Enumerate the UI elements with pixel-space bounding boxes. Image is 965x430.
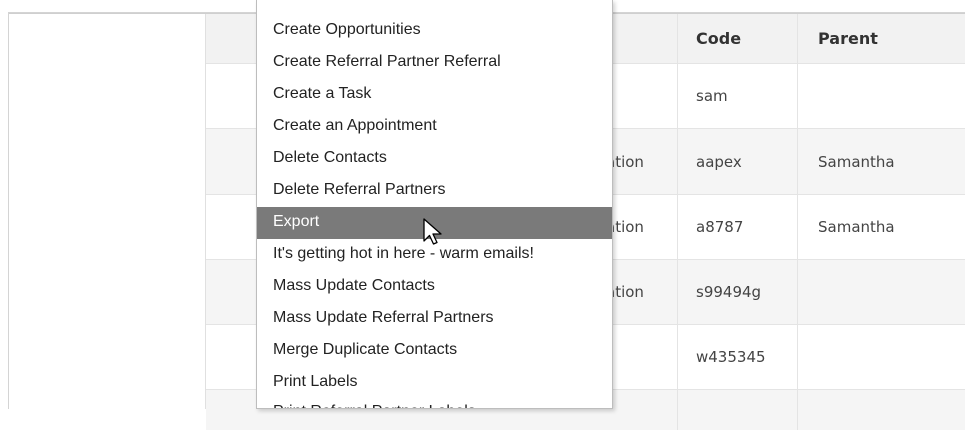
menu-item-mass-update-referral-partners[interactable]: Mass Update Referral Partners xyxy=(257,303,612,335)
parent-cell xyxy=(797,390,965,430)
menu-item-delete-referral-partners[interactable]: Delete Referral Partners xyxy=(257,175,612,207)
code-cell xyxy=(677,390,797,430)
parent-cell: Samantha xyxy=(797,129,965,194)
code-cell: sam xyxy=(677,64,797,128)
code-cell: w435345 xyxy=(677,325,797,389)
parent-cell xyxy=(797,260,965,324)
menu-item-create-appointment[interactable]: Create an Appointment xyxy=(257,111,612,143)
menu-item-create-opportunities[interactable]: Create Opportunities xyxy=(257,15,612,47)
actions-dropdown-menu: Create Opportunities Create Referral Par… xyxy=(256,0,613,409)
parent-column-header[interactable]: Parent xyxy=(797,14,965,63)
menu-item-create-task[interactable]: Create a Task xyxy=(257,79,612,111)
menu-item-delete-contacts[interactable]: Delete Contacts xyxy=(257,143,612,175)
code-cell: s99494g xyxy=(677,260,797,324)
menu-item-merge-duplicate-contacts[interactable]: Merge Duplicate Contacts xyxy=(257,335,612,367)
parent-cell xyxy=(797,325,965,389)
mouse-pointer-icon xyxy=(423,218,442,245)
menu-item-create-referral-partner-referral[interactable]: Create Referral Partner Referral xyxy=(257,47,612,79)
code-cell: aapex xyxy=(677,129,797,194)
menu-item-print-referral-partner-labels[interactable]: Print Referral Partner Labels xyxy=(257,397,612,408)
menu-item-print-labels[interactable]: Print Labels xyxy=(257,367,612,399)
parent-cell: Samantha xyxy=(797,195,965,259)
menu-item-mass-update-contacts[interactable]: Mass Update Contacts xyxy=(257,271,612,303)
code-cell: a8787 xyxy=(677,195,797,259)
parent-cell xyxy=(797,64,965,128)
code-column-header[interactable]: Code xyxy=(677,14,797,63)
